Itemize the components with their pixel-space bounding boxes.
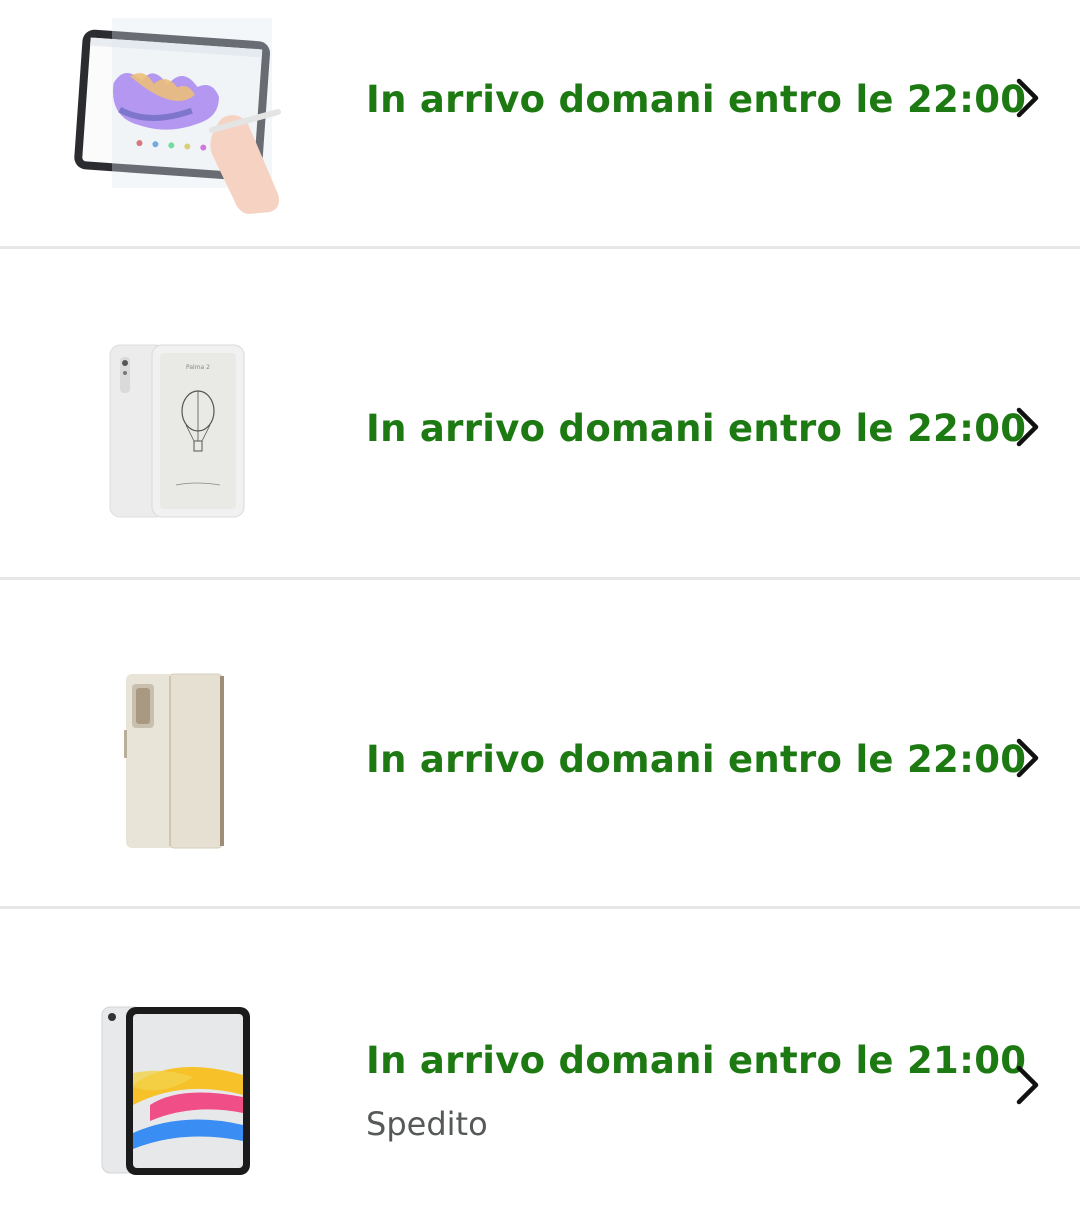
order-row[interactable]: In arrivo domani entro le 21:00 Spedito	[0, 909, 1080, 1230]
delivery-status: In arrivo domani entro le 21:00	[366, 1039, 1027, 1082]
product-image-eink-phone: Palma 2	[109, 344, 245, 518]
chevron-right-icon[interactable]	[1012, 1063, 1042, 1107]
chevron-right-icon[interactable]	[1012, 405, 1042, 449]
orders-list: In arrivo domani entro le 22:00 Palma 2 …	[0, 0, 1080, 1230]
order-row[interactable]: Palma 2 In arrivo domani entro le 22:00	[0, 249, 1080, 577]
chevron-right-icon[interactable]	[1012, 736, 1042, 780]
delivery-status: In arrivo domani entro le 22:00	[366, 78, 1027, 121]
delivery-status: In arrivo domani entro le 22:00	[366, 738, 1027, 781]
product-image-ipad	[101, 1006, 250, 1175]
delivery-status: In arrivo domani entro le 22:00	[366, 407, 1027, 450]
product-image-screen-protector	[74, 18, 281, 214]
order-row[interactable]: In arrivo domani entro le 22:00	[0, 0, 1080, 246]
svg-text:Palma 2: Palma 2	[186, 364, 210, 371]
order-row[interactable]: In arrivo domani entro le 22:00	[0, 580, 1080, 906]
product-image-folio-case	[124, 673, 224, 849]
shipping-substatus: Spedito	[366, 1105, 488, 1143]
chevron-right-icon[interactable]	[1012, 76, 1042, 120]
